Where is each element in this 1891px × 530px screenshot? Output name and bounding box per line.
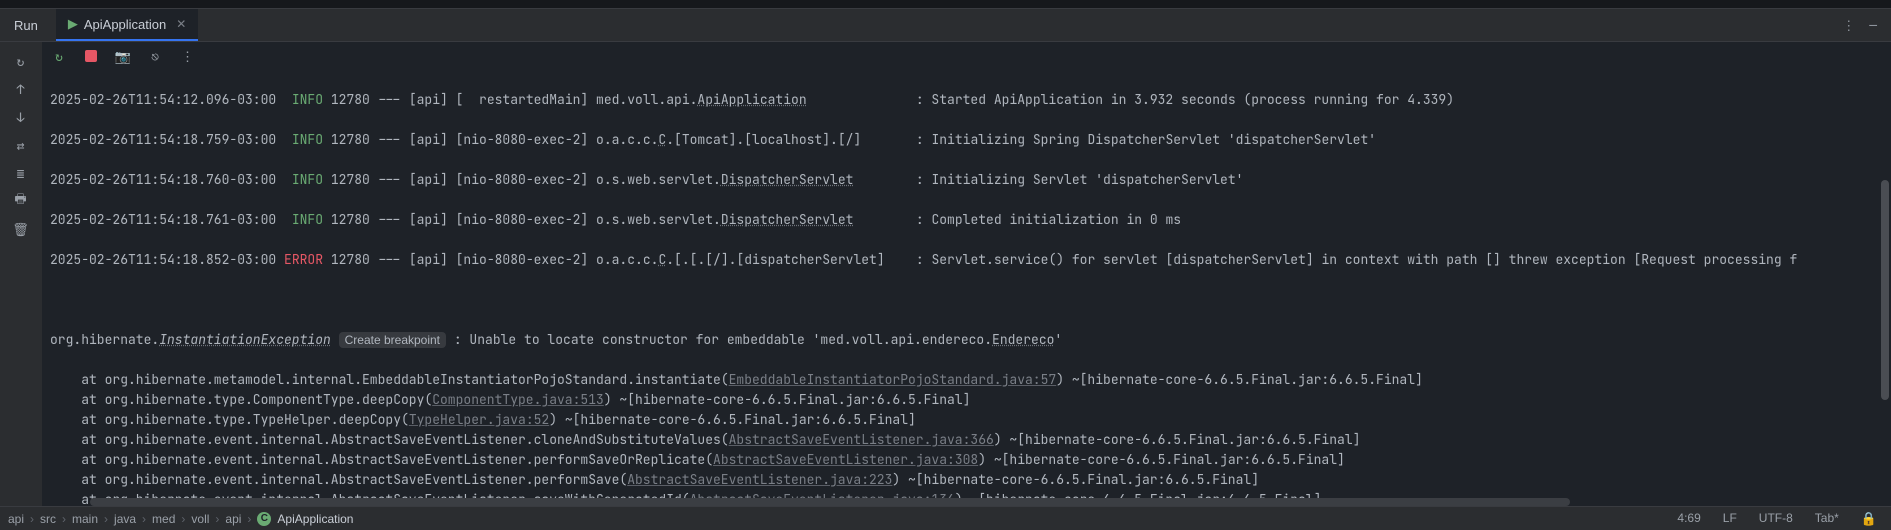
stack-frame: at org.hibernate.type.ComponentType.deep…: [50, 390, 1891, 410]
close-icon[interactable]: ✕: [176, 17, 186, 31]
run-tab-label: ApiApplication: [84, 17, 166, 32]
down-arrow-icon[interactable]: ↓: [12, 108, 30, 126]
rerun-inline-icon[interactable]: ↻: [50, 48, 68, 65]
minimize-icon[interactable]: —: [1869, 17, 1877, 34]
source-link[interactable]: AbstractSaveEventListener.java:308: [713, 451, 978, 468]
up-arrow-icon[interactable]: ↑: [12, 80, 30, 98]
create-breakpoint-hint[interactable]: Create breakpoint: [339, 332, 446, 348]
print-icon[interactable]: 🖶: [12, 192, 30, 210]
camera-icon[interactable]: 📷: [114, 48, 132, 65]
caret-position[interactable]: 4:69: [1677, 511, 1700, 527]
stop-icon[interactable]: [82, 50, 100, 62]
stack-frame: at org.hibernate.event.internal.Abstract…: [50, 430, 1891, 450]
kebab-icon[interactable]: ⋮: [1842, 17, 1855, 34]
horizontal-scrollbar[interactable]: [90, 498, 1570, 506]
source-link[interactable]: EmbeddableInstantiatorPojoStandard.java:…: [729, 371, 1057, 388]
run-tab-apiapplication[interactable]: ▶ ApiApplication ✕: [56, 9, 198, 41]
stack-frame: at org.hibernate.type.TypeHelper.deepCop…: [50, 410, 1891, 430]
breadcrumb-segment[interactable]: voll: [191, 512, 209, 526]
breadcrumb-segment[interactable]: java: [114, 512, 136, 526]
breadcrumb[interactable]: api›src›main›java›med›voll›api›C ApiAppl…: [0, 512, 353, 526]
run-gutter: ↻ ↑ ↓ ⇄ ≣ 🖶 🗑: [0, 42, 42, 506]
stack-frame: at org.hibernate.event.internal.Abstract…: [50, 470, 1891, 490]
class-icon: C: [257, 512, 271, 526]
indent-status[interactable]: Tab*: [1815, 511, 1839, 527]
status-bar: api›src›main›java›med›voll›api›C ApiAppl…: [0, 506, 1891, 530]
trash-icon[interactable]: 🗑: [12, 220, 30, 238]
breadcrumb-segment[interactable]: api: [8, 512, 24, 526]
console-output[interactable]: 2025-02-26T11:54:12.096-03:00 INFO 12780…: [42, 70, 1891, 506]
console-toolbar: ↻ 📷 ⎋ ⋮: [42, 42, 1891, 70]
source-link[interactable]: ComponentType.java:513: [432, 391, 604, 408]
source-link[interactable]: AbstractSaveEventListener.java:366: [729, 431, 994, 448]
file-encoding[interactable]: UTF-8: [1759, 511, 1793, 527]
filter-icon[interactable]: ⇄: [12, 136, 30, 154]
breadcrumb-segment[interactable]: med: [152, 512, 175, 526]
breadcrumb-segment[interactable]: api: [225, 512, 241, 526]
breadcrumb-segment[interactable]: ApiApplication: [277, 512, 353, 526]
vertical-scrollbar[interactable]: [1881, 180, 1889, 400]
source-link[interactable]: AbstractSaveEventListener.java:223: [627, 471, 892, 488]
exit-icon[interactable]: ⎋: [146, 48, 164, 65]
breadcrumb-segment[interactable]: src: [40, 512, 56, 526]
more-icon[interactable]: ⋮: [178, 48, 196, 65]
breadcrumb-segment[interactable]: main: [72, 512, 98, 526]
readonly-lock-icon[interactable]: 🔒: [1861, 511, 1877, 527]
stack-frame: at org.hibernate.event.internal.Abstract…: [50, 450, 1891, 470]
layout-icon[interactable]: ≣: [12, 164, 30, 182]
run-toolwindow-label: Run: [0, 9, 56, 41]
source-link[interactable]: TypeHelper.java:52: [409, 411, 549, 428]
exception-class-link[interactable]: InstantiationException: [159, 331, 331, 348]
run-icon: ▶: [68, 16, 78, 32]
stack-frame: at org.hibernate.metamodel.internal.Embe…: [50, 370, 1891, 390]
rerun-icon[interactable]: ↻: [12, 52, 30, 70]
line-separator[interactable]: LF: [1723, 511, 1737, 527]
run-tab-bar: Run ▶ ApiApplication ✕ ⋮ —: [0, 8, 1891, 42]
